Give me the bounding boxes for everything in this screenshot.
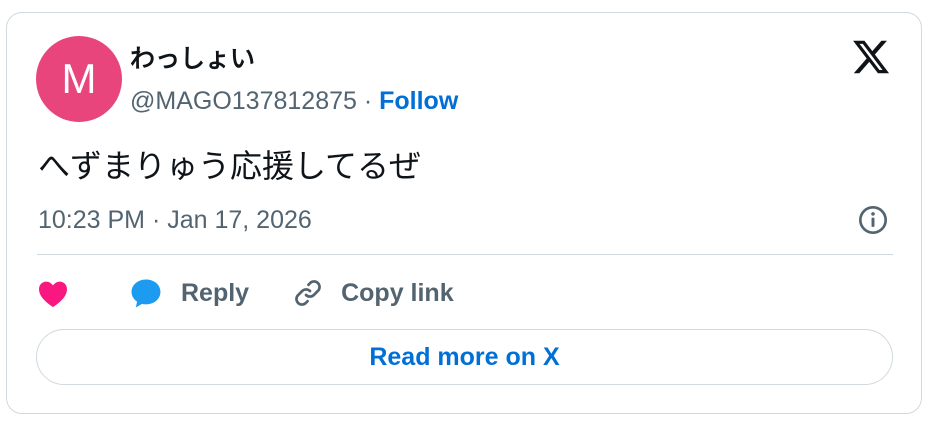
tweet-timestamp[interactable]: 10:23 PM · Jan 17, 2026 <box>38 202 312 238</box>
info-icon[interactable] <box>857 204 889 236</box>
avatar-initial: M <box>61 55 97 102</box>
reply-button[interactable]: Reply <box>129 276 249 310</box>
action-bar: Reply Copy link <box>37 271 454 315</box>
follow-button[interactable]: Follow <box>379 87 458 115</box>
tweet-text: へずまりゅう応援してるぜ <box>38 147 422 185</box>
read-more-button[interactable]: Read more on X <box>36 329 893 385</box>
author-handle[interactable]: @MAGO137812875 <box>130 87 357 115</box>
author-display-name[interactable]: わっしょい <box>130 43 255 75</box>
link-icon <box>295 280 321 306</box>
divider <box>37 254 893 255</box>
copy-link-label: Copy link <box>341 278 454 307</box>
read-more-label: Read more on X <box>369 342 560 371</box>
copy-link-button[interactable]: Copy link <box>291 276 454 310</box>
reply-label: Reply <box>181 278 250 307</box>
x-logo-icon[interactable] <box>851 37 891 77</box>
heart-icon <box>39 281 67 308</box>
like-button[interactable] <box>37 278 69 308</box>
author-handle-line: @MAGO137812875 · Follow <box>130 85 458 117</box>
avatar[interactable]: M <box>36 36 122 122</box>
speech-bubble-icon <box>131 279 161 308</box>
handle-separator: · <box>356 87 380 115</box>
tweet-embed-card: M わっしょい @MAGO137812875 · Follow へずまりゅう応援… <box>6 12 922 414</box>
